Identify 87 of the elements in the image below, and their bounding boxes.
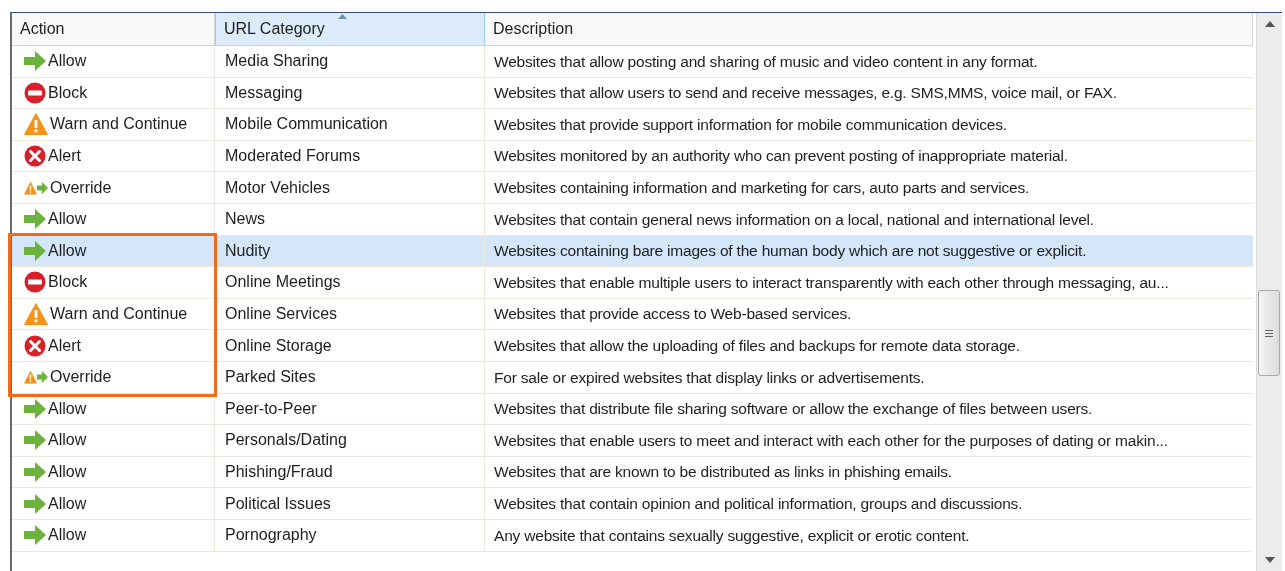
action-text: Allow (48, 209, 87, 230)
right-arrow-icon (24, 240, 46, 261)
action-text: Override (50, 177, 112, 198)
description-cell-text: Websites that enable multiple users to interact transparently with each other through messaging, au... (493, 272, 1170, 293)
description-cell-text: Websites that contain opinion and political information, groups and discussions. (493, 494, 1024, 514)
description-cell-text: For sale or expired websites that display links or advertisements. (493, 367, 926, 388)
table-row[interactable]: Allow Personals/Dating Websites that enable users to meet and interact with each other for the purposes of dating or makin... (12, 425, 1253, 457)
description-cell-text: Websites containing bare images of the human body which are not suggestive or explicit. (493, 241, 1088, 262)
category-cell: Online Storage (215, 330, 485, 361)
sort-ascending-icon (338, 14, 347, 19)
table-row[interactable]: Allow Peer-to-Peer Websites that distribute file sharing software or allow the exchange of files between users. (12, 393, 1253, 426)
scrollbar-thumb[interactable] (1258, 290, 1280, 376)
action-text: Allow (48, 525, 87, 546)
warning-icon (24, 303, 48, 326)
action-text: Allow (48, 430, 87, 451)
category-cell: Personals/Dating (215, 425, 485, 456)
description-cell-text: Websites that provide support information for mobile communication devices. (493, 114, 1008, 135)
warning-arrow-icon (24, 370, 48, 385)
description-cell-text: Websites that allow posting and sharing of music and video content in any format. (493, 51, 1039, 72)
category-cell: Nudity (215, 235, 485, 267)
category-cell: Peer-to-Peer (215, 393, 485, 425)
action-text: Allow (48, 398, 87, 419)
right-arrow-icon (24, 51, 46, 72)
table-row[interactable]: Block Messaging Websites that allow users to send and receive messages, e.g. SMS,MMS, voice mail, or FAX. (12, 77, 1253, 110)
table-row[interactable]: Alert Online Storage Websites that allow the uploading of files and backups for remote data storage. (12, 330, 1253, 362)
right-arrow-icon (24, 209, 46, 230)
scroll-down-icon[interactable] (1265, 557, 1275, 563)
table-row[interactable]: Allow Pornography Any website that contains sexually suggestive, explicit or erotic content. (12, 519, 1253, 552)
table-row[interactable]: Allow Political Issues Websites that contain opinion and political information, groups and discussions. (12, 488, 1253, 520)
x-circle-icon (24, 334, 46, 357)
description-cell-text: Websites that contain general news information on a local, national and international level. (493, 209, 1095, 230)
table-row[interactable]: Alert Moderated Forums Websites monitored by an authority who can prevent posting of inappropriate material. (12, 140, 1253, 173)
table-row[interactable]: Warn and Continue Online Services Websites that provide access to Web-based services. (12, 298, 1253, 331)
description-cell-text: Any website that contains sexually suggestive, explicit or erotic content. (493, 525, 971, 546)
category-cell: Media Sharing (215, 46, 485, 77)
right-arrow-icon (24, 398, 46, 419)
category-cell: Online Meetings (215, 267, 485, 298)
table-row[interactable]: Override Motor Vehicles Websites containing information and marketing for cars, auto parts and services. (12, 172, 1253, 204)
column-header[interactable]: Description (485, 13, 1253, 45)
column-header[interactable]: URL Category (215, 13, 485, 45)
table-row[interactable]: Warn and Continue Mobile Communication Websites that provide support information for mobile communication devices. (12, 109, 1253, 141)
no-entry-icon (24, 271, 46, 294)
action-text: Override (50, 367, 112, 388)
action-text: Warn and Continue (50, 304, 188, 325)
action-text: Block (48, 82, 88, 103)
category-cell: Messaging (215, 77, 485, 109)
category-cell: Parked Sites (215, 361, 485, 393)
action-text: Alert (48, 146, 81, 167)
description-cell-text: Websites that enable users to meet and interact with each other for the purposes of dating or makin... (493, 430, 1169, 451)
warning-arrow-icon (24, 180, 48, 195)
category-cell: Moderated Forums (215, 140, 485, 172)
action-text: Warn and Continue (50, 114, 188, 135)
scroll-up-icon[interactable] (1265, 21, 1275, 27)
category-cell: Political Issues (215, 488, 485, 519)
action-text: Allow (48, 462, 87, 482)
description-cell-text: Websites that allow the uploading of files and backups for remote data storage. (493, 336, 1021, 356)
no-entry-icon (24, 81, 46, 104)
right-arrow-icon (24, 493, 46, 514)
description-cell-text: Websites containing information and marketing for cars, auto parts and services. (493, 178, 1031, 199)
grip-icon (1265, 329, 1273, 337)
table-row[interactable]: Block Online Meetings Websites that enable multiple users to interact transparently with each other through messaging, au... (12, 267, 1253, 299)
description-cell-text: Websites that distribute file sharing software or allow the exchange of files between users. (493, 399, 1094, 420)
action-text: Block (48, 272, 88, 293)
table-row[interactable]: Allow Phishing/Fraud Websites that are known to be distributed as links in phishing emails. (12, 456, 1253, 489)
category-cell: Online Services (215, 298, 485, 330)
warning-icon (24, 113, 48, 136)
category-cell: Mobile Communication (215, 109, 485, 140)
action-text: Alert (48, 335, 81, 356)
category-cell: Phishing/Fraud (215, 456, 485, 488)
description-cell-text: Websites that allow users to send and receive messages, e.g. SMS,MMS, voice mail, or FAX. (493, 83, 1118, 104)
selected-row[interactable]: Allow Nudity Websites containing bare images of the human body which are not suggestive or explicit. (12, 235, 1253, 268)
right-arrow-icon (24, 430, 46, 451)
table-row[interactable]: Override Parked Sites For sale or expired websites that display links or advertisements. (12, 361, 1253, 394)
x-circle-icon (24, 145, 46, 168)
right-arrow-icon (24, 462, 46, 482)
action-text: Allow (48, 493, 87, 514)
action-text: Allow (48, 240, 87, 261)
description-cell-text: Websites that provide access to Web-based services. (493, 304, 853, 325)
table-row[interactable]: Allow Media Sharing Websites that allow posting and sharing of music and video content in any format. (12, 46, 1253, 78)
category-cell: News (215, 203, 485, 235)
description-cell-text: Websites monitored by an authority who can prevent posting of inappropriate material. (493, 146, 1069, 167)
action-text: Allow (48, 51, 87, 72)
category-cell: Pornography (215, 519, 485, 551)
vertical-scrollbar[interactable] (1256, 13, 1282, 571)
description-cell-text: Websites that are known to be distributed as links in phishing emails. (493, 462, 953, 483)
category-cell: Motor Vehicles (215, 172, 485, 203)
right-arrow-icon (24, 525, 46, 546)
